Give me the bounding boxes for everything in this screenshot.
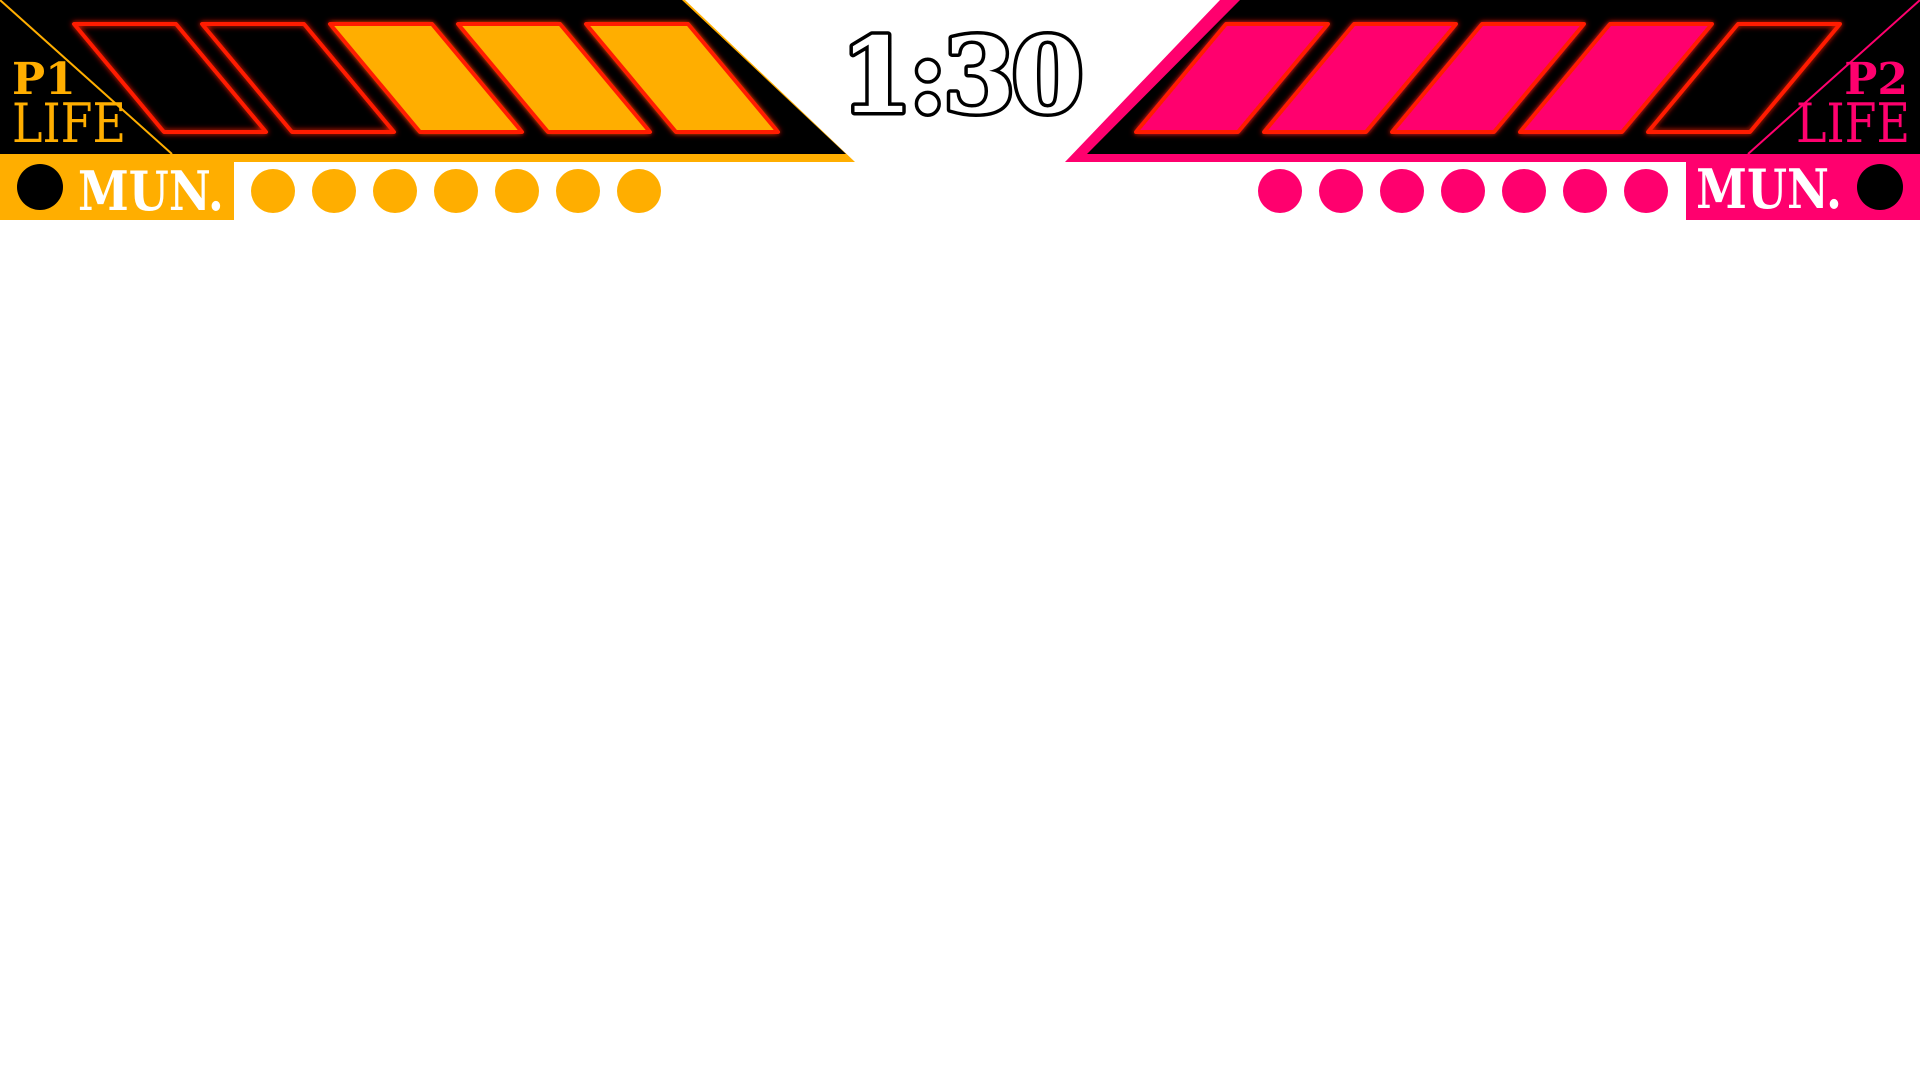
p1-ammo-pips [251,169,661,213]
p1-ammo-pip [373,169,417,213]
p2-ammo-pip [1563,169,1607,213]
p1-ammo-pip [617,169,661,213]
p2-ammo-pip [1380,169,1424,213]
p2-ammo-strip: MUN. [1258,157,1920,221]
p1-life-label: LIFE [12,91,126,155]
round-timer: 1:30 [840,14,1079,137]
p2-ammo-pip [1258,169,1302,213]
p2-ammo-pip [1624,169,1668,213]
p2-ammo-pip [1319,169,1363,213]
p2-life-label: LIFE [1796,91,1910,155]
p1-ammo-pip [312,169,356,213]
game-hud: P1 LIFE MUN. P2 LIFE MUN. 1:30 [0,0,1920,1080]
p2-life-panel: P2 LIFE [1065,0,1920,162]
p1-ammo-pip [556,169,600,213]
p1-life-panel: P1 LIFE [0,0,855,162]
p2-ammo-pip [1502,169,1546,213]
p1-mun-dot-icon [17,164,63,210]
p1-mun-label: MUN. [78,159,224,223]
p2-ammo-pip [1441,169,1485,213]
hud-canvas: P1 LIFE MUN. P2 LIFE MUN. 1:30 [0,0,1920,223]
p1-ammo-pip [251,169,295,213]
p1-ammo-strip: MUN. [0,159,661,223]
p2-ammo-pips [1258,169,1668,213]
p2-mun-dot-icon [1857,164,1903,210]
p2-mun-label: MUN. [1696,157,1842,221]
p1-ammo-pip [495,169,539,213]
p1-ammo-pip [434,169,478,213]
